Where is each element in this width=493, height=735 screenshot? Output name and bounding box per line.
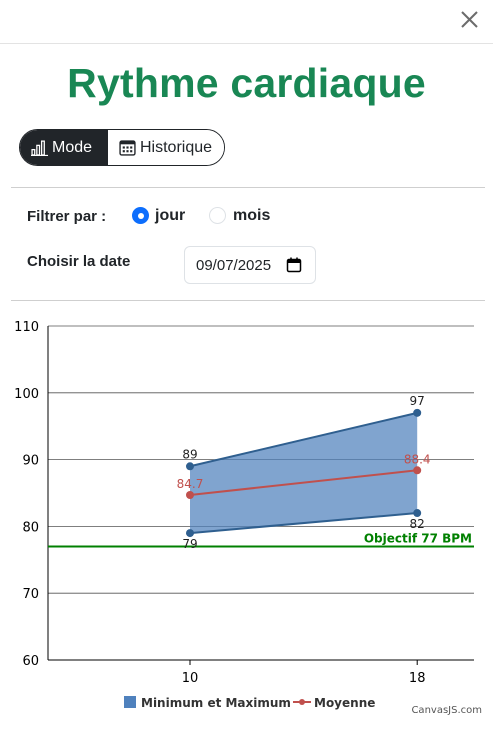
divider: [11, 300, 485, 301]
legend-range-swatch: [124, 696, 136, 708]
min-data-label: 82: [410, 517, 425, 531]
y-tick-label: 100: [14, 387, 39, 402]
page-title: Rythme cardiaque: [67, 60, 426, 106]
mode-toggle-label: Mode: [52, 138, 93, 156]
mean-point: [186, 491, 194, 500]
close-icon[interactable]: [455, 6, 483, 34]
heart-rate-chart: 60 70 80 90 100 110 10 18 Objectif 77 BPM 89 79 84.…: [14, 320, 474, 710]
mean-data-label: 88.4: [404, 452, 431, 466]
calendar-icon: [119, 140, 136, 156]
y-tick-label: 90: [22, 454, 39, 469]
window-header: [0, 0, 493, 44]
chart-credit[interactable]: CanvasJS.com: [411, 705, 482, 716]
mean-data-label: 84.7: [177, 477, 204, 491]
range-max-point: [186, 462, 194, 471]
y-tick-label: 110: [14, 320, 39, 335]
history-toggle-button[interactable]: Historique: [107, 130, 224, 165]
radio-mois[interactable]: [209, 207, 226, 224]
date-label: Choisir la date: [27, 253, 131, 270]
calendar-picker-icon[interactable]: [286, 257, 302, 273]
divider: [11, 187, 485, 188]
date-input-value: 09/07/2025: [196, 256, 272, 274]
view-toggle: Mode Historique: [19, 129, 225, 166]
y-tick-label: 70: [22, 587, 39, 602]
mode-toggle-button[interactable]: Mode: [20, 130, 107, 165]
y-tick-label: 60: [22, 654, 39, 669]
range-max-point: [413, 408, 422, 417]
legend-range-label: Minimum et Maximum: [141, 696, 291, 710]
radio-jour-label[interactable]: jour: [155, 207, 185, 225]
bar-chart-icon: [31, 140, 48, 156]
range-min-point: [186, 529, 194, 538]
radio-jour[interactable]: [132, 207, 149, 224]
max-data-label: 97: [410, 394, 425, 408]
x-tick-label: 10: [182, 671, 199, 686]
goal-label: Objectif 77 BPM: [364, 531, 472, 545]
legend-mean-marker: [299, 699, 305, 705]
radio-mois-label[interactable]: mois: [233, 207, 270, 225]
filter-label: Filtrer par :: [27, 208, 107, 225]
range-min-point: [413, 509, 422, 518]
legend-mean-label: Moyenne: [314, 696, 375, 710]
y-tick-label: 80: [22, 520, 39, 535]
min-data-label: 79: [182, 537, 197, 551]
history-toggle-label: Historique: [140, 138, 213, 156]
mean-point: [413, 466, 422, 475]
date-input[interactable]: 09/07/2025: [184, 246, 316, 284]
x-tick-label: 18: [409, 671, 426, 686]
max-data-label: 89: [182, 447, 197, 461]
